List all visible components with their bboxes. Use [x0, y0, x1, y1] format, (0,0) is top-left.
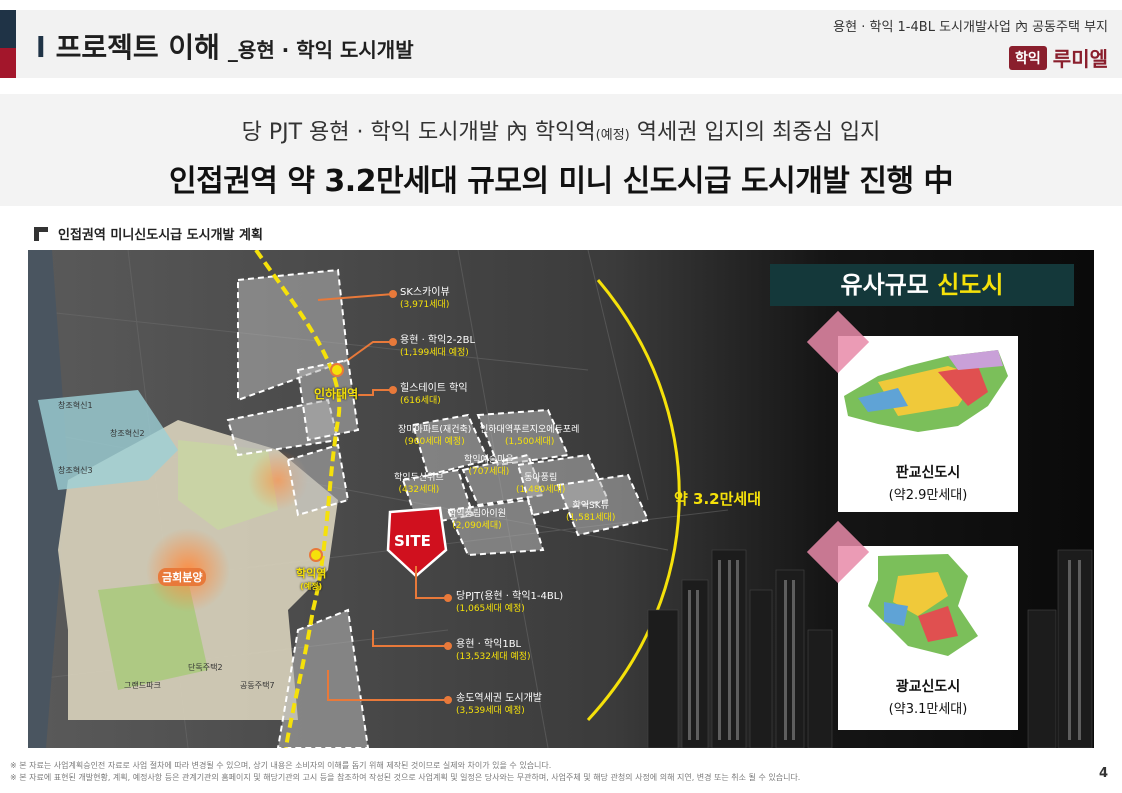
site-label: SITE — [394, 532, 431, 550]
town-card-pangyo: 판교신도시 (약2.9만세대) — [806, 310, 1018, 512]
callout-units: (13,532세대 예정) — [456, 652, 531, 662]
callout: 용현 · 학익2-2BL (1,199세대 예정) — [400, 334, 475, 360]
block-name: 학익두산위브 — [394, 473, 444, 483]
block-name: 장미아파트(재건축) — [398, 425, 472, 435]
town-name: 판교신도시 — [895, 465, 961, 481]
gold-sale-label: 금회분양 — [158, 568, 207, 586]
new-towns-title-b: 신도시 — [937, 271, 1004, 299]
new-towns-title: 유사규모 신도시 — [770, 264, 1074, 306]
section-heading: 인접권역 미니신도시급 도시개발 계획 — [34, 224, 263, 243]
block-name: 인하대역푸르지오에듀포레 — [480, 425, 580, 435]
title-main: 프로젝트 이해 — [55, 31, 220, 64]
block-units: (1,581세대) — [566, 513, 616, 523]
block-label: 학익두산위브 (432세대) — [394, 472, 444, 496]
town-map-gwanggyo — [838, 546, 1018, 662]
callout-units: (3,539세대 예정) — [456, 706, 525, 716]
header-right: 용현 · 학익 1-4BL 도시개발사업 內 공동주택 부지 학익 루미엘 — [833, 16, 1108, 72]
callout-units: (1,199세대 예정) — [400, 348, 469, 358]
footnote-1: ※ 본 자료는 사업계획승인전 자료로 사업 절차에 따라 변경될 수 있으며,… — [10, 761, 552, 770]
callout-name: 용현 · 학익1BL — [456, 639, 522, 650]
header-accent-red — [0, 48, 16, 78]
town-card-gwanggyo: 광교신도시 (약3.1만세대) — [806, 520, 1018, 730]
callout: SK스카이뷰 (3,971세대) — [400, 286, 450, 312]
town-name: 광교신도시 — [895, 679, 961, 695]
corner-bracket-icon — [34, 226, 48, 241]
callout: 송도역세권 도시개발 (3,539세대 예정) — [456, 692, 542, 718]
headline-line-1b: 역세권 입지의 최중심 입지 — [629, 120, 881, 145]
callout-name: 송도역세권 도시개발 — [456, 693, 542, 704]
callout-units: (1,065세대 예정) — [456, 604, 525, 614]
callout-units: (3,971세대) — [400, 300, 450, 310]
block-units: (432세대) — [398, 485, 440, 495]
title-sub: _용현 · 학익 도시개발 — [227, 38, 414, 62]
station-dot-hakik — [309, 548, 323, 562]
brand-logo: 학익 루미엘 — [833, 43, 1108, 72]
block-units: (1,480세대) — [516, 485, 566, 495]
total-units-label: 약 3.2만세대 — [674, 490, 761, 508]
headline-line-1-note: (예정) — [595, 128, 630, 143]
header-accent-navy — [0, 10, 16, 48]
project-name: 용현 · 학익 1-4BL 도시개발사업 內 공동주택 부지 — [833, 20, 1108, 35]
block-label: 장미아파트(재건축) (960세대 예정) — [398, 424, 471, 448]
block-name: 동아풍림 — [524, 473, 558, 483]
callout-name: 당PJT(용현 · 학익1-4BL) — [456, 591, 564, 602]
callout: 용현 · 학익1BL (13,532세대 예정) — [456, 638, 531, 664]
block-label: 학익SK뷰 (1,581세대) — [566, 500, 615, 524]
block-name: 학익풍림아이원 — [448, 509, 506, 519]
district-label: 그랜드파크 — [124, 681, 161, 690]
callout: 당PJT(용현 · 학익1-4BL) (1,065세대 예정) — [456, 590, 563, 616]
block-label: 학익풍림아이원 (2,090세대) — [448, 508, 506, 532]
block-units: (1,500세대) — [505, 437, 555, 447]
town-scale: (약3.1만세대) — [888, 702, 968, 717]
headline-line-1: 당 PJT 용현 · 학익 도시개발 內 학익역(예정) 역세권 입지의 최중심… — [0, 114, 1122, 146]
station-dot-inha — [330, 363, 344, 377]
block-units: (707세대) — [468, 467, 510, 477]
callout-name: 힐스테이트 학익 — [400, 383, 468, 394]
town-scale: (약2.9만세대) — [888, 488, 968, 503]
callout-units: (616세대) — [400, 396, 441, 406]
section-label: 인접권역 미니신도시급 도시개발 계획 — [58, 228, 263, 243]
new-towns-title-a: 유사규모 — [840, 271, 938, 299]
district-label: 창조혁신3 — [58, 466, 93, 475]
station-label-hakik: 학익역 (예정) — [296, 565, 326, 592]
district-label: 창조혁신2 — [110, 429, 145, 438]
headline-line-1a: 당 PJT 용현 · 학익 도시개발 內 학익역 — [241, 120, 596, 145]
block-label: 인하대역푸르지오에듀포레 (1,500세대) — [480, 424, 579, 448]
block-label: 동아풍림 (1,480세대) — [516, 472, 565, 496]
headline-line-2: 인접권역 약 3.2만세대 규모의 미니 신도시급 도시개발 진행 中 — [169, 164, 954, 199]
block-name: 학익SK뷰 — [572, 501, 609, 511]
block-label: 학익예술마을 (707세대) — [464, 454, 514, 478]
headline-box: 당 PJT 용현 · 학익 도시개발 內 학익역(예정) 역세권 입지의 최중심… — [0, 94, 1122, 206]
station-hakik-note: (예정) — [300, 582, 323, 591]
title-bar-mark: l — [36, 31, 46, 64]
callout: 힐스테이트 학익 (616세대) — [400, 382, 468, 408]
station-hakik-name: 학익역 — [296, 567, 327, 580]
district-label: 창조혁신1 — [58, 401, 93, 410]
block-name: 학익예술마을 — [464, 455, 514, 465]
brand-badge: 학익 — [1009, 45, 1047, 70]
callout-name: SK스카이뷰 — [400, 287, 450, 298]
station-label-inha: 인하대역 — [314, 387, 359, 401]
block-units: (2,090세대) — [452, 521, 502, 531]
page-title: l 프로젝트 이해 _용현 · 학익 도시개발 — [36, 26, 414, 66]
page-header: l 프로젝트 이해 _용현 · 학익 도시개발 용현 · 학익 1-4BL 도시개발… — [0, 0, 1122, 82]
callout-name: 용현 · 학익2-2BL — [400, 335, 476, 346]
block-units: (960세대 예정) — [404, 437, 465, 447]
town-map-pangyo — [838, 336, 1018, 442]
district-label: 단독주택2 — [188, 663, 223, 672]
brand-name: 루미엘 — [1052, 47, 1108, 71]
page-number: 4 — [1098, 766, 1108, 781]
district-label: 공동주택7 — [240, 681, 275, 690]
footnote-2: ※ 본 자료에 표현된 개발현황, 계획, 예정사항 등은 관계기관의 홈페이지… — [10, 773, 801, 782]
